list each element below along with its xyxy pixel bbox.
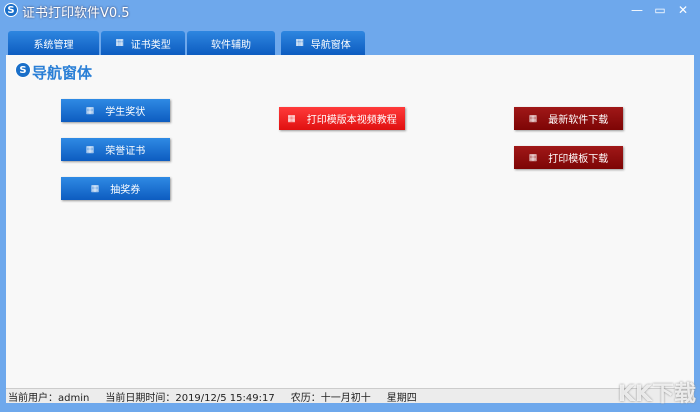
watermark-logo: KK下载 <box>617 382 696 407</box>
grid-icon: ▦ <box>287 113 295 123</box>
page-title: 导航窗体 <box>32 64 93 82</box>
grid-icon: ▦ <box>528 152 537 162</box>
grid-icon: ▦ <box>528 113 537 123</box>
tab-label: 系统管理 <box>33 39 74 51</box>
button-label: 学生奖状 <box>105 107 146 118</box>
current-datetime: 当前日期时间：2019/12/5 15:49:17 <box>105 392 275 404</box>
tab-label: 证书类型 <box>130 39 171 51</box>
button-label: 最新软件下载 <box>548 115 609 126</box>
grid-icon: ▦ <box>115 38 123 48</box>
tab-certificate-type[interactable]: ▦ 证书类型 <box>101 31 185 55</box>
button-label: 抽奖券 <box>110 185 141 196</box>
window-title: 证书打印软件V0.5 <box>22 6 130 21</box>
weekday: 星期四 <box>386 392 417 404</box>
close-button[interactable]: ✕ <box>674 3 692 17</box>
lottery-ticket-button[interactable]: ▦ 抽奖券 <box>61 177 170 200</box>
current-user: 当前用户：admin <box>8 392 90 404</box>
tab-system-management[interactable]: 系统管理 <box>8 31 99 55</box>
tab-label: 导航窗体 <box>310 39 351 51</box>
minimize-button[interactable]: — <box>628 3 646 17</box>
grid-icon: ▦ <box>90 183 99 193</box>
tab-software-help[interactable]: 软件辅助 <box>187 31 275 55</box>
app-window: S 证书打印软件V0.5 — ▭ ✕ 系统管理 ▦ 证书类型 软件辅助 ▦ 导航窗体… <box>0 0 700 412</box>
grid-icon: ▦ <box>85 144 94 154</box>
video-tutorial-button[interactable]: ▦ 打印模版本视频教程 <box>279 107 405 130</box>
tab-navigation[interactable]: ▦ 导航窗体 <box>281 31 365 55</box>
lunar-date: 农历：十一月初十 <box>290 392 371 404</box>
template-download-button[interactable]: ▦ 打印模板下载 <box>514 146 623 169</box>
honor-certificate-button[interactable]: ▦ 荣誉证书 <box>61 138 170 161</box>
grid-icon: ▦ <box>295 38 303 48</box>
maximize-button[interactable]: ▭ <box>651 3 669 17</box>
app-logo-icon: S <box>4 3 18 17</box>
section-logo-icon: S <box>15 62 31 78</box>
student-award-button[interactable]: ▦ 学生奖状 <box>61 99 170 122</box>
tab-label: 软件辅助 <box>211 39 251 51</box>
button-label: 荣誉证书 <box>105 146 146 157</box>
grid-icon: ▦ <box>85 105 94 115</box>
button-label: 打印模版本视频教程 <box>306 115 397 126</box>
latest-software-download-button[interactable]: ▦ 最新软件下载 <box>514 107 623 130</box>
status-bar: 当前用户：admin 当前日期时间：2019/12/5 15:49:17 农历：… <box>6 388 694 404</box>
button-label: 打印模板下载 <box>548 154 609 165</box>
